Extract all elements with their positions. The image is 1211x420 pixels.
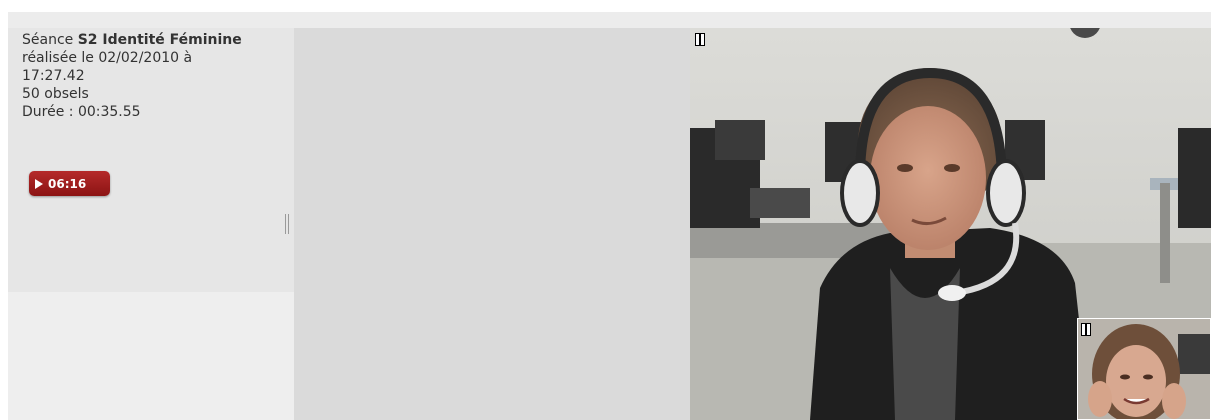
pip-person-face xyxy=(1106,345,1166,417)
resize-grip-line xyxy=(285,214,286,234)
resize-grip-line xyxy=(288,214,289,234)
play-icon xyxy=(35,178,43,189)
pip-person-eye xyxy=(1143,374,1153,380)
person-eye xyxy=(944,164,960,172)
table-leg xyxy=(1160,183,1170,283)
panel-resize-handle[interactable] xyxy=(285,214,290,234)
session-info: Séance S2 Identité Féminine réalisée le … xyxy=(22,31,287,121)
person-face xyxy=(870,106,986,250)
pip-person-hand xyxy=(1088,381,1112,417)
headset-mic xyxy=(938,285,966,301)
pip-person-eye xyxy=(1120,374,1130,380)
session-obsels-count: 50 obsels xyxy=(22,86,89,102)
pip-person-hand xyxy=(1162,383,1186,419)
session-title: S2 Identité Féminine xyxy=(77,32,242,48)
background-person xyxy=(1178,128,1211,228)
pip-monitor xyxy=(1178,334,1210,374)
chair xyxy=(750,188,810,218)
play-button[interactable]: 06:16 xyxy=(29,171,110,196)
pause-icon[interactable] xyxy=(695,33,707,46)
monitor xyxy=(715,120,765,160)
pip-video[interactable] xyxy=(1077,318,1211,420)
session-prefix: Séance xyxy=(22,32,78,48)
top-strip xyxy=(8,12,1211,28)
session-title-line: Séance S2 Identité Féminine xyxy=(22,31,287,49)
session-date: réalisée le 02/02/2010 à xyxy=(22,50,193,66)
session-info-panel-lower xyxy=(8,292,294,420)
play-time-label: 06:16 xyxy=(48,176,87,191)
pause-icon[interactable] xyxy=(1081,323,1093,336)
timeline-panel xyxy=(294,28,690,420)
session-duration: Durée : 00:35.55 xyxy=(22,104,141,120)
session-time: 17:27.42 xyxy=(22,68,85,84)
person-eye xyxy=(897,164,913,172)
pip-video-frame xyxy=(1078,319,1210,419)
session-viewer: Séance S2 Identité Féminine réalisée le … xyxy=(0,0,1211,420)
headset-earcup xyxy=(840,159,880,227)
headset-earcup xyxy=(986,159,1026,227)
